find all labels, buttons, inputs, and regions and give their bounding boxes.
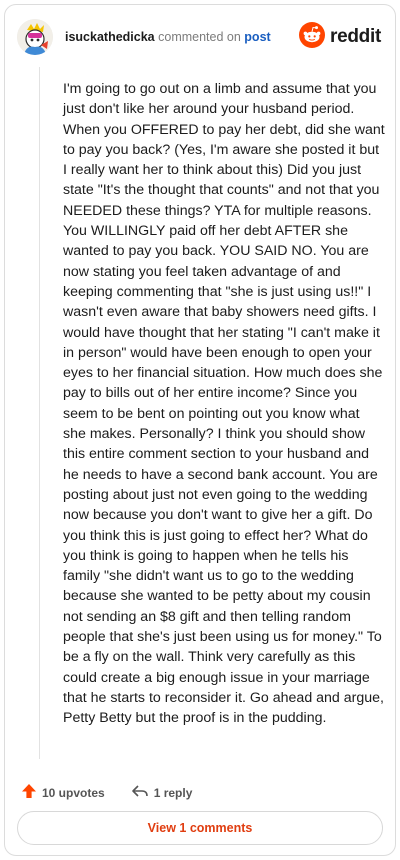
username-link[interactable]: isuckathedicka: [65, 30, 155, 44]
snoo-avatar-icon[interactable]: [17, 19, 53, 55]
thread-line[interactable]: [39, 67, 40, 759]
view-comments-label: View 1 comments: [147, 821, 253, 835]
action-text: commented on: [158, 30, 241, 44]
reply-count: 1 reply: [153, 786, 193, 800]
upvote-count: 10 upvotes: [42, 786, 105, 800]
upvote-button[interactable]: 10 upvotes: [21, 783, 105, 804]
comment-body: I'm going to go out on a limb and assume…: [63, 81, 385, 727]
view-comments-button[interactable]: View 1 comments: [17, 811, 383, 845]
comment-card: isuckathedicka commented on post reddit: [4, 4, 396, 856]
reddit-wordmark: reddit: [330, 26, 381, 47]
reddit-alien-icon: [299, 21, 326, 53]
reddit-logo[interactable]: reddit: [299, 21, 381, 53]
comment-actions: 10 upvotes 1 reply: [21, 783, 192, 803]
comment-header: isuckathedicka commented on post reddit: [17, 19, 381, 59]
reply-button[interactable]: 1 reply: [131, 783, 193, 804]
comment-meta: isuckathedicka commented on post: [65, 30, 271, 44]
reply-arrow-icon: [131, 783, 149, 804]
upvote-arrow-icon: [21, 783, 37, 804]
post-link[interactable]: post: [244, 30, 270, 44]
